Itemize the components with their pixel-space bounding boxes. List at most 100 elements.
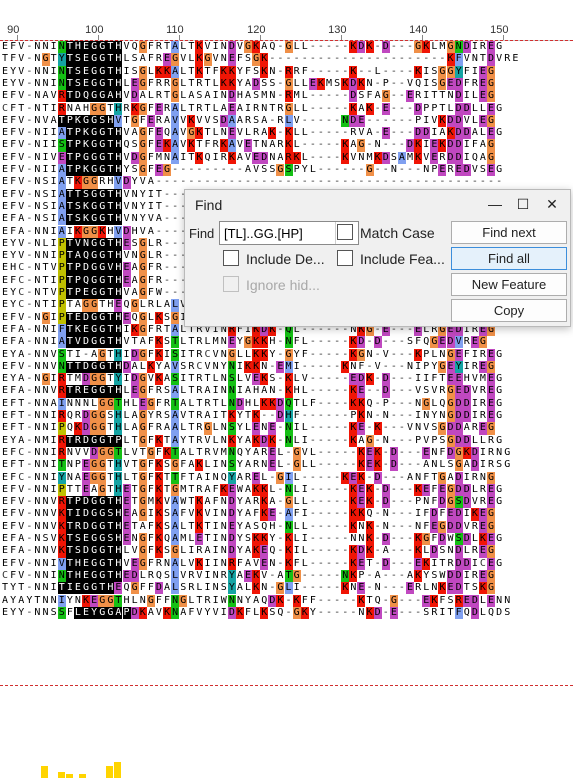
sequence-row[interactable]: CFV-NNINTHEGGTHEDLRQSLVRVINRYAEKV-ATG---… — [0, 569, 573, 583]
sequence-row[interactable]: CFT-NTIRNAHGGTHRKGFERALTRTLAEAIRNTRGLL--… — [0, 102, 573, 115]
sequence-row[interactable]: EFV-NNVKTRDGGTHETAFKSALTKTINEYASQH-NLL--… — [0, 520, 573, 533]
residue: K — [252, 410, 261, 423]
sequence-row[interactable]: AYAYTNNIYNKEGGTHLNGFFNGLTRIWNNYAQDK-KFF-… — [0, 594, 573, 607]
sequence-row[interactable]: EYA-NGIRTMDGGTYIDGVKASITRTLNSLVEKS-KLV--… — [0, 373, 573, 386]
residue: - — [188, 176, 195, 188]
sequence-row[interactable]: EFT-NNITNPEGGTHVTGFKSGFAKLINSYARNEL-GLL-… — [0, 459, 573, 472]
sequence-row[interactable]: EFA-NNIATVDGGTHVTAFKSTLTRLMNEYGKKH-NFL--… — [0, 336, 573, 349]
conservation-bar — [79, 774, 86, 778]
residue: A — [204, 90, 211, 102]
new-feature-button[interactable]: New Feature — [451, 273, 567, 296]
residue: G — [454, 446, 463, 460]
residue: V — [454, 336, 463, 349]
residue: K — [365, 483, 374, 497]
sequence-row[interactable]: EFC-NNIYNAEGGTHLTGFKTTFTAINQYAREL-GIL---… — [0, 471, 573, 484]
residue: E — [478, 508, 487, 521]
residue: N — [220, 508, 227, 520]
residue: - — [407, 127, 414, 139]
sequence-row[interactable]: EYV-NNINTSEGGTHISGLKKALTKTFKKYFSKN-RRF--… — [0, 65, 573, 78]
residue: - — [26, 471, 33, 483]
residue: I — [212, 151, 219, 163]
residue: K — [470, 508, 479, 521]
alignment-panel[interactable]: EFV-NNINTHEGGTHVQGFRTALTKVINDVGKAQ-GLL--… — [0, 41, 573, 685]
find-all-button[interactable]: Find all — [451, 247, 567, 270]
copy-button[interactable]: Copy — [451, 299, 567, 322]
include-features-checkbox[interactable] — [337, 250, 353, 266]
sequence-row[interactable]: EFV-NIVETPGGGTHVDGFMNAITKQIRKAVEDNARKL--… — [0, 151, 573, 164]
residue: N — [350, 533, 357, 544]
residue: L — [261, 471, 268, 483]
residue: V — [139, 225, 146, 237]
residue: N — [431, 459, 438, 471]
residue: D — [154, 582, 163, 595]
residue: V — [83, 446, 90, 458]
sequence-row[interactable]: EYA-NMIRTRDGGTPLTGFKTAYTRVLNKYAKDK-NLI--… — [0, 434, 573, 447]
sequence-row[interactable]: EFV-NIISTPKGGTHQSGFEKAVKTFRKAVETNARKL---… — [0, 139, 573, 152]
residue: - — [26, 250, 33, 262]
sequence-row[interactable]: EFV-NNIPTTEAGTHETGFKTGMTRAFKEWAKKL-NLI--… — [0, 483, 573, 497]
sequence-row[interactable]: EFV-NNIVTHEGGTHVEGFRNALVKIINRFAVEN-KFL--… — [0, 557, 573, 570]
sequence-row[interactable]: EYY-NNSSFLEYGGAPDKAVKNAFVYVIDKFLKSQ-GKY-… — [0, 606, 573, 620]
residue: V — [180, 139, 187, 151]
sequence-row[interactable]: EFV-NIIATPKGGTHVAGFEQAVGKTLNEVLRAK-KLL--… — [0, 127, 573, 140]
residue: G — [138, 434, 147, 447]
sequence-row[interactable]: TFV-NGTYTSEGGTHLSAFREGVLKGVNEFSGK-------… — [0, 53, 573, 66]
sequence-row[interactable]: EFV-NNVNTTDGGTHDALKYAVSRCVNYNIKKN-EMI---… — [0, 360, 573, 374]
residue: - — [342, 434, 349, 446]
residue: P — [423, 348, 430, 360]
sequence-row[interactable]: EFT-NNIRQRDGGSHLAGYRSAVTRAITKYTK--DHF---… — [0, 410, 573, 423]
residue: G — [357, 348, 366, 361]
sequence-row[interactable]: EFV-NNVKTIDGGSHEAGIKSAFVKVINDYAFKE-AFI--… — [0, 508, 573, 521]
residue: - — [342, 496, 349, 508]
maximize-button[interactable]: ☐ — [513, 195, 533, 213]
sequence-row[interactable]: EYV-NNINTSEGGTHLEGFRRGLTRTLKKYADSS-GLLEK… — [0, 77, 573, 91]
residue: G — [90, 188, 99, 201]
find-input[interactable] — [220, 222, 344, 244]
sequence-row[interactable]: EFT-NNIPQKDGGTHLAGFRAALTRGLNSYLENE-NIL--… — [0, 422, 573, 435]
residue: A — [57, 127, 66, 140]
residue: R — [284, 90, 293, 103]
sequence-row[interactable]: EFV-NAVRTDQGGAHVDALRTGLASAINDHASMN-RML--… — [0, 90, 573, 103]
residue: L — [463, 545, 470, 557]
residue: A — [164, 582, 171, 594]
sequence-row[interactable]: EYA-NNVSTI-AGTHIDGFKISITRCVNGLLKKY-GYF--… — [0, 348, 573, 361]
include-descriptions-checkbox[interactable] — [223, 250, 239, 266]
residue: E — [2, 225, 9, 237]
residue: K — [349, 41, 358, 54]
residue: - — [277, 520, 284, 532]
residue: - — [374, 496, 381, 508]
residue: D — [357, 41, 366, 54]
residue: G — [98, 606, 107, 620]
residue: F — [139, 114, 146, 126]
residue: T — [188, 410, 195, 421]
residue: D — [454, 90, 463, 103]
find-next-button[interactable]: Find next — [451, 221, 567, 244]
residue: S — [106, 533, 115, 546]
sequence-row[interactable]: EFV-NSIATKGGRHVDYVA---------------------… — [0, 176, 573, 189]
sequence-row[interactable]: EFV-NIIATPKGGTHYSGFEG---------AVSSGSPYL-… — [0, 164, 573, 177]
sequence-row[interactable]: EFV-NNINTHEGGTHVQGFRTALTKVINDVGKAQ-GLL--… — [0, 41, 573, 54]
sequence-row[interactable]: EFA-NNVRTREGGTHLEGFRSALTRAINNIAHAN-KHL--… — [0, 385, 573, 398]
residue: A — [245, 434, 252, 446]
residue: G — [438, 471, 447, 484]
residue: V — [50, 262, 57, 274]
residue: R — [73, 520, 82, 533]
sequence-row[interactable]: EFA-NSVKTSEGGSHENGFKQAMLETINDYSKKY-KLI--… — [0, 533, 573, 546]
minimize-button[interactable]: — — [485, 195, 505, 213]
residue: L — [431, 348, 438, 360]
residue: K — [260, 508, 269, 521]
sequence-row[interactable]: TYT-NNITIEGGTHEQGFFDALSRLINSYALKN-GLI---… — [0, 582, 573, 595]
sequence-row[interactable]: EFC-NNIRNVVDGGTLVTGFKTALTRVMNQYAREL-GVL-… — [0, 446, 573, 460]
close-button[interactable]: ✕ — [542, 195, 562, 213]
sequence-row[interactable]: EFT-NNAINNNLGGTHLEGFRTALTRTLNDHLKKDQTLF-… — [0, 397, 573, 410]
sequence-row[interactable]: EFV-NNVRTPDGGTHETGMKVAWTKAFNDYARKA-GLL--… — [0, 496, 573, 509]
residue: E — [2, 41, 9, 52]
residue: R — [471, 360, 478, 372]
residue: T — [204, 127, 211, 139]
match-case-checkbox[interactable] — [337, 224, 353, 240]
sequence-row[interactable]: EFA-NNVKTSDGGTHLVGFKSGLIRAINDYAKEQ-KIL--… — [0, 545, 573, 558]
sequence-row[interactable]: EFV-NVATPKGGSHVTGFERAVVKVVSDAARSA-RLV---… — [0, 114, 573, 128]
residue: F — [10, 311, 17, 323]
residue: K — [73, 114, 82, 128]
residue: R — [253, 127, 260, 139]
